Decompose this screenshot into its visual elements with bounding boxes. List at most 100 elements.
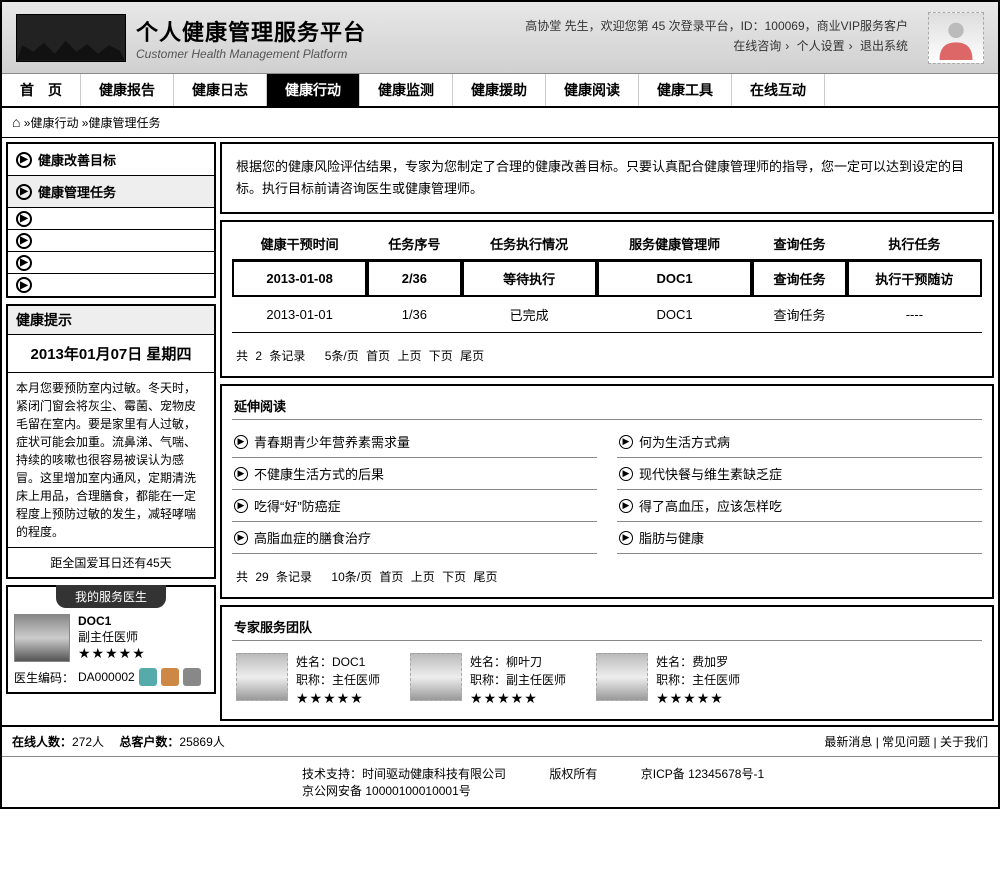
tip-countdown: 距全国爱耳日还有45天 bbox=[8, 548, 214, 577]
sidebar-item-empty[interactable]: ▶ bbox=[8, 274, 214, 296]
reading-item[interactable]: ▶现代快餐与维生素缺乏症 bbox=[617, 458, 982, 490]
task-cell: 2/36 bbox=[367, 260, 461, 297]
task-cell: 已完成 bbox=[462, 297, 597, 333]
task-col-header: 任务序号 bbox=[367, 228, 461, 260]
sidebar-item-1[interactable]: ▶健康管理任务 bbox=[8, 176, 214, 208]
team-member[interactable]: 姓名：DOC1职称：主任医师★★★★★ bbox=[236, 653, 380, 707]
header-user-info: 高协堂 先生，欢迎您第 45 次登录平台，ID：100069，商业VIP服务客户… bbox=[525, 16, 908, 56]
tip-date: 2013年01月07日 星期四 bbox=[8, 335, 214, 373]
sidebar-item-0[interactable]: ▶健康改善目标 bbox=[8, 144, 214, 176]
team-member[interactable]: 姓名：柳叶刀职称：副主任医师★★★★★ bbox=[410, 653, 566, 707]
doctor-code: DA000002 bbox=[78, 670, 135, 684]
link-logout[interactable]: 退出系统 bbox=[860, 39, 908, 53]
nav-item-3[interactable]: 健康行动 bbox=[267, 74, 360, 106]
user-avatar[interactable] bbox=[928, 12, 984, 64]
sidebar-item-empty[interactable]: ▶ bbox=[8, 208, 214, 230]
arrow-right-icon: ▶ bbox=[619, 499, 633, 513]
logo-image bbox=[16, 14, 126, 62]
reading-page-next[interactable]: 下页 bbox=[442, 570, 466, 584]
nav-item-5[interactable]: 健康援助 bbox=[453, 74, 546, 106]
reading-page-first[interactable]: 首页 bbox=[379, 570, 403, 584]
welcome-text: 高协堂 先生，欢迎您第 45 次登录平台，ID：100069，商业VIP服务客户 bbox=[525, 16, 908, 36]
reading-item[interactable]: ▶高脂血症的膳食治疗 bbox=[232, 522, 597, 554]
nav-item-1[interactable]: 健康报告 bbox=[81, 74, 174, 106]
reading-item[interactable]: ▶青春期青少年营养素需求量 bbox=[232, 426, 597, 458]
sidebar-item-empty[interactable]: ▶ bbox=[8, 230, 214, 252]
footer-legal: 技术支持：时间驱动健康科技有限公司 版权所有 京ICP备 12345678号-1… bbox=[2, 756, 998, 807]
arrow-right-icon: ▶ bbox=[16, 277, 32, 293]
arrow-right-icon: ▶ bbox=[16, 184, 32, 200]
task-col-header: 服务健康管理师 bbox=[597, 228, 753, 260]
task-page-last[interactable]: 尾页 bbox=[460, 349, 484, 363]
team-member[interactable]: 姓名：费加罗职称：主任医师★★★★★ bbox=[596, 653, 740, 707]
member-photo bbox=[596, 653, 648, 701]
nav-item-0[interactable]: 首 页 bbox=[2, 74, 81, 106]
gongan-number: 10000100010001号 bbox=[365, 784, 470, 798]
task-cell: DOC1 bbox=[597, 260, 753, 297]
arrow-right-icon: ▶ bbox=[16, 211, 32, 227]
reading-item[interactable]: ▶何为生活方式病 bbox=[617, 426, 982, 458]
footer-link[interactable]: 常见问题 bbox=[882, 735, 930, 749]
reading-item[interactable]: ▶不健康生活方式的后果 bbox=[232, 458, 597, 490]
task-page-prev[interactable]: 上页 bbox=[397, 349, 421, 363]
action-chip-2[interactable] bbox=[161, 668, 179, 686]
nav-item-6[interactable]: 健康阅读 bbox=[546, 74, 639, 106]
doctor-title: 副主任医师 bbox=[78, 628, 146, 645]
member-name: 费加罗 bbox=[692, 655, 728, 669]
sidebar-menu: ▶健康改善目标▶健康管理任务▶▶▶▶ bbox=[6, 142, 216, 298]
footer-link[interactable]: 最新消息 bbox=[824, 735, 872, 749]
tech-support: 时间驱动健康科技有限公司 bbox=[362, 767, 506, 781]
logo-block: 个人健康管理服务平台 Customer Health Management Pl… bbox=[16, 14, 366, 62]
action-chip-3[interactable] bbox=[183, 668, 201, 686]
task-cell[interactable]: 查询任务 bbox=[752, 297, 846, 333]
member-title: 主任医师 bbox=[332, 673, 380, 687]
task-col-header: 查询任务 bbox=[752, 228, 846, 260]
task-row[interactable]: 2013-01-082/36等待执行DOC1查询任务执行干预随访 bbox=[232, 260, 982, 297]
arrow-right-icon: ▶ bbox=[16, 233, 32, 249]
arrow-right-icon: ▶ bbox=[619, 531, 633, 545]
task-cell[interactable]: ---- bbox=[847, 297, 982, 333]
task-page-first[interactable]: 首页 bbox=[366, 349, 390, 363]
task-cell[interactable]: 查询任务 bbox=[752, 260, 846, 297]
reading-per-page: 10条/页 bbox=[331, 570, 372, 584]
link-personal-settings[interactable]: 个人设置 bbox=[797, 39, 845, 53]
my-doctor-tab: 我的服务医生 bbox=[56, 585, 166, 608]
action-chip-1[interactable] bbox=[139, 668, 157, 686]
arrow-right-icon: ▶ bbox=[619, 435, 633, 449]
reading-page-prev[interactable]: 上页 bbox=[411, 570, 435, 584]
member-name: 柳叶刀 bbox=[506, 655, 542, 669]
breadcrumb: ⌂ »健康行动 »健康管理任务 bbox=[2, 108, 998, 138]
reading-item[interactable]: ▶得了高血压，应该怎样吃 bbox=[617, 490, 982, 522]
link-online-consult[interactable]: 在线咨询 bbox=[733, 39, 781, 53]
health-tip-panel: 健康提示 2013年01月07日 星期四 本月您要预防室内过敏。冬天时，紧闭门窗… bbox=[6, 304, 216, 579]
nav-item-2[interactable]: 健康日志 bbox=[174, 74, 267, 106]
arrow-right-icon: ▶ bbox=[16, 152, 32, 168]
nav-item-7[interactable]: 健康工具 bbox=[639, 74, 732, 106]
sidebar-item-empty[interactable]: ▶ bbox=[8, 252, 214, 274]
main-nav: 首 页健康报告健康日志健康行动健康监测健康援助健康阅读健康工具在线互动 bbox=[2, 74, 998, 108]
task-cell: 2013-01-01 bbox=[232, 297, 367, 333]
total-customers: 25869人 bbox=[179, 735, 224, 749]
task-cell[interactable]: 执行干预随访 bbox=[847, 260, 982, 297]
arrow-right-icon: ▶ bbox=[234, 467, 248, 481]
task-row[interactable]: 2013-01-011/36已完成DOC1查询任务---- bbox=[232, 297, 982, 333]
task-table: 健康干预时间任务序号任务执行情况服务健康管理师查询任务执行任务 2013-01-… bbox=[232, 228, 982, 333]
reading-page-last[interactable]: 尾页 bbox=[474, 570, 498, 584]
task-col-header: 健康干预时间 bbox=[232, 228, 367, 260]
task-cell: 等待执行 bbox=[462, 260, 597, 297]
arrow-right-icon: ▶ bbox=[234, 435, 248, 449]
footer-link[interactable]: 关于我们 bbox=[940, 735, 988, 749]
doctor-photo[interactable] bbox=[14, 614, 70, 662]
nav-item-4[interactable]: 健康监测 bbox=[360, 74, 453, 106]
header: 个人健康管理服务平台 Customer Health Management Pl… bbox=[2, 2, 998, 74]
doctor-name: DOC1 bbox=[78, 614, 146, 628]
notice-text: 根据您的健康风险评估结果，专家为您制定了合理的健康改善目标。只要认真配合健康管理… bbox=[220, 142, 994, 214]
task-page-next[interactable]: 下页 bbox=[429, 349, 453, 363]
task-per-page: 5条/页 bbox=[325, 349, 359, 363]
task-col-header: 任务执行情况 bbox=[462, 228, 597, 260]
member-rating: ★★★★★ bbox=[470, 689, 566, 707]
reading-item[interactable]: ▶脂肪与健康 bbox=[617, 522, 982, 554]
nav-item-8[interactable]: 在线互动 bbox=[732, 74, 825, 106]
task-total: 2 bbox=[255, 349, 262, 363]
reading-item[interactable]: ▶吃得“好”防癌症 bbox=[232, 490, 597, 522]
